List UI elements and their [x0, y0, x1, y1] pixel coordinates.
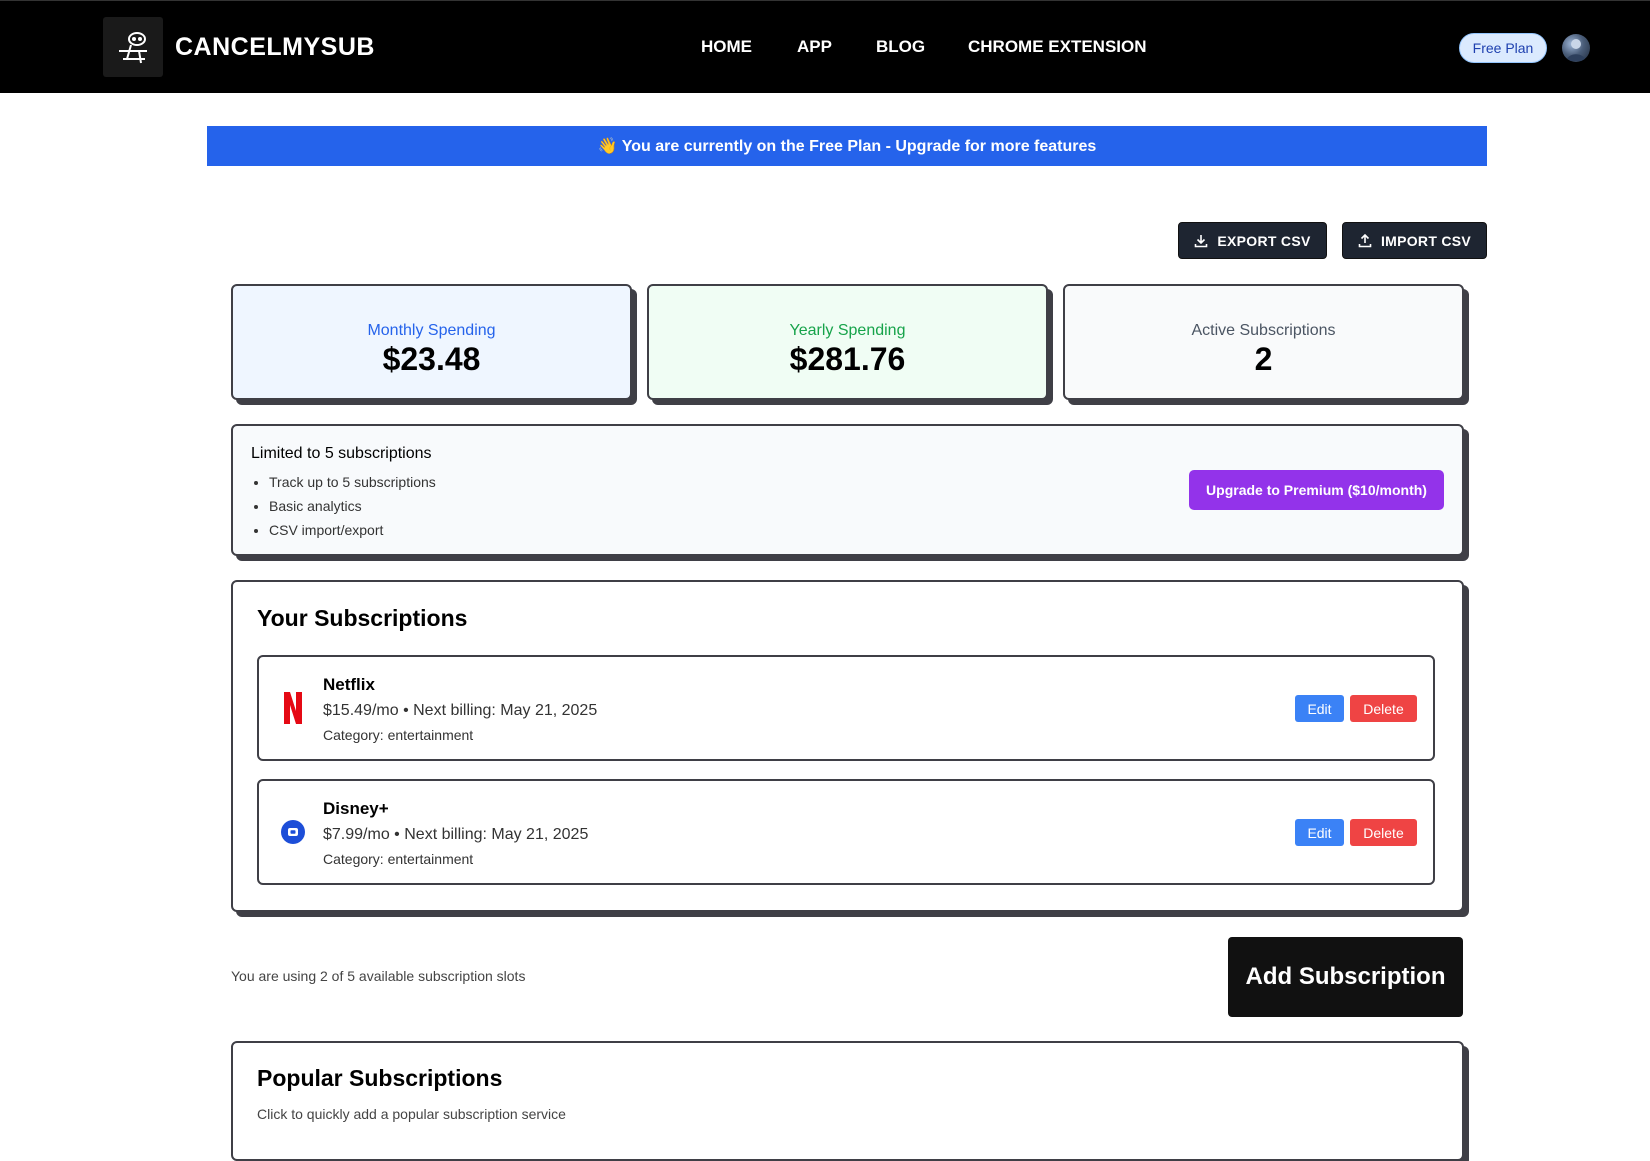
plan-limits-title: Limited to 5 subscriptions — [251, 445, 432, 462]
disney-plus-icon — [275, 814, 311, 850]
popular-subscriptions-subtitle: Click to quickly add a popular subscript… — [257, 1106, 566, 1122]
import-csv-label: IMPORT CSV — [1380, 232, 1472, 249]
subscription-price-billing: $15.49/mo • Next billing: May 21, 2025 — [323, 702, 597, 720]
subscription-category: Category: entertainment — [323, 727, 474, 743]
subscriptions-title: Your Subscriptions — [257, 605, 468, 631]
subscription-row-disney-plus[interactable]: Disney+ $7.99/mo • Next billing: May 21,… — [257, 779, 1435, 885]
yearly-spending-card: Yearly Spending $281.76 — [647, 284, 1048, 400]
subscription-price: $7.99/mo — [323, 826, 390, 843]
subscription-next-billing: Next billing: May 21, 2025 — [404, 826, 589, 843]
subscription-row-netflix[interactable]: Netflix $15.49/mo • Next billing: May 21… — [257, 655, 1435, 761]
subscription-name: Netflix — [323, 675, 375, 694]
yearly-spending-value: $281.76 — [789, 341, 906, 377]
delete-button[interactable]: Delete — [1350, 695, 1417, 722]
top-nav: CANCELMYSUB HOME APP BLOG CHROME EXTENSI… — [0, 0, 1650, 93]
upload-icon — [1358, 233, 1372, 247]
edit-button[interactable]: Edit — [1295, 819, 1344, 846]
plan-feature-item: Basic analytics — [269, 494, 436, 518]
export-csv-button[interactable]: EXPORT CSV — [1178, 222, 1327, 259]
subscription-price: $15.49/mo — [323, 702, 399, 719]
separator-dot: • — [403, 702, 409, 719]
plan-features-list: Track up to 5 subscriptions Basic analyt… — [251, 470, 436, 542]
user-avatar-icon — [1566, 39, 1586, 61]
plan-feature-item: CSV import/export — [269, 518, 436, 542]
avatar[interactable] — [1562, 34, 1590, 62]
nav-link-chrome-extension[interactable]: CHROME EXTENSION — [968, 37, 1147, 57]
active-subscriptions-card: Active Subscriptions 2 — [1063, 284, 1464, 400]
active-subscriptions-label: Active Subscriptions — [1191, 322, 1336, 339]
subscriptions-card: Your Subscriptions Netflix $15.49/mo • N… — [231, 580, 1464, 912]
subscription-category: Category: entertainment — [323, 851, 474, 867]
subscription-name: Disney+ — [323, 799, 389, 818]
plan-badge[interactable]: Free Plan — [1459, 33, 1547, 63]
add-subscription-button[interactable]: Add Subscription — [1228, 937, 1463, 1017]
subscription-next-billing: Next billing: May 21, 2025 — [413, 702, 598, 719]
separator-dot: • — [394, 826, 400, 843]
yearly-spending-label: Yearly Spending — [789, 322, 906, 339]
delete-button[interactable]: Delete — [1350, 819, 1417, 846]
monthly-spending-label: Monthly Spending — [367, 322, 496, 339]
edit-button[interactable]: Edit — [1295, 695, 1344, 722]
nav-link-home[interactable]: HOME — [701, 37, 752, 57]
monthly-spending-value: $23.48 — [382, 341, 481, 377]
nav-link-app[interactable]: APP — [797, 37, 832, 57]
slots-usage-text: You are using 2 of 5 available subscript… — [231, 968, 526, 984]
active-subscriptions-value: 2 — [1254, 341, 1273, 377]
popular-subscriptions-title: Popular Subscriptions — [257, 1065, 503, 1091]
nav-links: HOME APP BLOG CHROME EXTENSION — [0, 37, 1650, 61]
plan-limits-card: Limited to 5 subscriptions Track up to 5… — [231, 424, 1464, 556]
popular-subscriptions-card: Popular Subscriptions Click to quickly a… — [231, 1041, 1464, 1161]
upgrade-premium-button[interactable]: Upgrade to Premium ($10/month) — [1189, 470, 1444, 510]
export-csv-label: EXPORT CSV — [1217, 232, 1311, 249]
free-plan-banner[interactable]: 👋 You are currently on the Free Plan - U… — [207, 126, 1487, 166]
netflix-icon — [275, 690, 311, 726]
monthly-spending-card: Monthly Spending $23.48 — [231, 284, 632, 400]
import-csv-button[interactable]: IMPORT CSV — [1342, 222, 1487, 259]
nav-link-blog[interactable]: BLOG — [876, 37, 925, 57]
download-icon — [1195, 234, 1208, 247]
subscription-price-billing: $7.99/mo • Next billing: May 21, 2025 — [323, 826, 588, 844]
plan-feature-item: Track up to 5 subscriptions — [269, 470, 436, 494]
